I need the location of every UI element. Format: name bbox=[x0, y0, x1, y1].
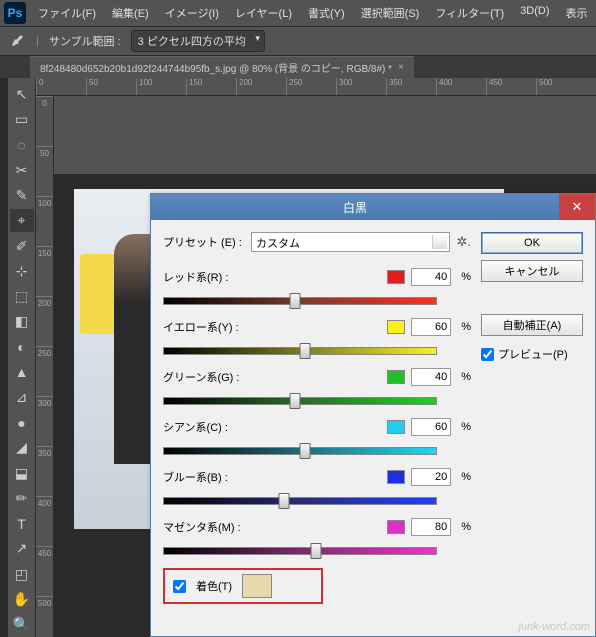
menu-bar: Ps ファイル(F) 編集(E) イメージ(I) レイヤー(L) 書式(Y) 選択範囲(S… bbox=[0, 0, 596, 26]
slider-track[interactable] bbox=[163, 490, 437, 510]
slider-thumb[interactable] bbox=[311, 543, 322, 559]
tool-button[interactable]: ◧ bbox=[10, 310, 34, 333]
slider-value-input[interactable] bbox=[411, 368, 451, 386]
color-swatch bbox=[387, 520, 405, 534]
tool-button[interactable]: ⊿ bbox=[10, 386, 34, 409]
document-tab[interactable]: 8f248480d652b20b1d92f244744b95fb_s.jpg @… bbox=[30, 56, 414, 78]
app-logo: Ps bbox=[4, 2, 26, 24]
slider-track[interactable] bbox=[163, 540, 437, 560]
options-bar: | サンプル範囲 : 3 ピクセル四方の平均 bbox=[0, 26, 596, 56]
slider-track[interactable] bbox=[163, 340, 437, 360]
slider-track[interactable] bbox=[163, 290, 437, 310]
menu-item[interactable]: 書式(Y) bbox=[304, 3, 349, 23]
color-swatch bbox=[387, 370, 405, 384]
color-swatch bbox=[387, 270, 405, 284]
cancel-button[interactable]: キャンセル bbox=[481, 260, 583, 282]
tool-button[interactable]: ↖ bbox=[10, 83, 34, 106]
slider-label: マゼンタ系(M) : bbox=[163, 519, 249, 535]
slider-row: ブルー系(B) : % bbox=[163, 468, 471, 510]
tool-button[interactable]: ⬚ bbox=[10, 285, 34, 308]
tool-button[interactable]: ◐ bbox=[10, 335, 34, 358]
color-swatch bbox=[387, 420, 405, 434]
slider-thumb[interactable] bbox=[289, 393, 300, 409]
tool-button[interactable]: 🔍 bbox=[10, 613, 34, 636]
slider-value-input[interactable] bbox=[411, 318, 451, 336]
tool-button[interactable]: ⌖ bbox=[10, 209, 34, 232]
tool-button[interactable]: ◌ bbox=[10, 133, 34, 156]
color-swatch bbox=[387, 470, 405, 484]
tools-panel: ↖▭◌ ✂✎⌖✐ ⊹⬚◧◐ ▲⊿●◢ ⬓✏T↗◰ ✋🔍 bbox=[8, 78, 36, 637]
preset-label: プリセット (E) : bbox=[163, 234, 245, 250]
preset-dropdown[interactable]: カスタム bbox=[251, 232, 450, 252]
slider-row: グリーン系(G) : % bbox=[163, 368, 471, 410]
slider-value-input[interactable] bbox=[411, 468, 451, 486]
tool-button[interactable]: ✋ bbox=[10, 588, 34, 611]
ok-button[interactable]: OK bbox=[481, 232, 583, 254]
tool-button[interactable]: ◰ bbox=[10, 562, 34, 585]
tint-row: 着色(T) bbox=[163, 568, 323, 604]
slider-value-input[interactable] bbox=[411, 268, 451, 286]
slider-label: グリーン系(G) : bbox=[163, 369, 249, 385]
slider-row: シアン系(C) : % bbox=[163, 418, 471, 460]
menu-item[interactable]: 編集(E) bbox=[108, 3, 153, 23]
tool-button[interactable]: ✂ bbox=[10, 159, 34, 182]
sample-size-label: サンプル範囲 : bbox=[49, 33, 121, 49]
slider-label: レッド系(R) : bbox=[163, 269, 249, 285]
menu-item[interactable]: ファイル(F) bbox=[34, 3, 100, 23]
gear-icon[interactable]: ✲. bbox=[456, 234, 471, 250]
tint-swatch[interactable] bbox=[242, 574, 272, 598]
tool-button[interactable]: ▭ bbox=[10, 108, 34, 131]
slider-thumb[interactable] bbox=[300, 343, 311, 359]
preview-checkbox[interactable] bbox=[481, 348, 494, 361]
document-tab-bar: 8f248480d652b20b1d92f244744b95fb_s.jpg @… bbox=[0, 56, 596, 78]
tool-button[interactable]: ▲ bbox=[10, 361, 34, 384]
black-white-dialog: 白黒 ✕ プリセット (E) : カスタム ✲. レッド系(R) : % イエロ… bbox=[150, 193, 596, 637]
tool-button[interactable]: ✏ bbox=[10, 487, 34, 510]
tool-button[interactable]: T bbox=[10, 512, 34, 535]
menu-item[interactable]: レイヤー(L) bbox=[231, 3, 296, 23]
menu-item[interactable]: 表示 bbox=[562, 3, 592, 23]
slider-label: ブルー系(B) : bbox=[163, 469, 249, 485]
menu-item[interactable]: 3D(D) bbox=[516, 3, 553, 23]
tint-checkbox[interactable] bbox=[173, 580, 186, 593]
tool-button[interactable]: ⊹ bbox=[10, 260, 34, 283]
auto-button[interactable]: 自動補正(A) bbox=[481, 314, 583, 336]
slider-thumb[interactable] bbox=[289, 293, 300, 309]
tool-button[interactable]: ✎ bbox=[10, 184, 34, 207]
tool-button[interactable]: ◢ bbox=[10, 436, 34, 459]
slider-label: イエロー系(Y) : bbox=[163, 319, 249, 335]
eyedropper-icon[interactable] bbox=[8, 32, 26, 50]
slider-track[interactable] bbox=[163, 390, 437, 410]
slider-value-input[interactable] bbox=[411, 518, 451, 536]
menu-item[interactable]: フィルター(T) bbox=[431, 3, 508, 23]
watermark: junk-word.com bbox=[518, 621, 590, 633]
color-swatch bbox=[387, 320, 405, 334]
slider-value-input[interactable] bbox=[411, 418, 451, 436]
tool-button[interactable]: ⬓ bbox=[10, 462, 34, 485]
slider-track[interactable] bbox=[163, 440, 437, 460]
slider-thumb[interactable] bbox=[278, 493, 289, 509]
menu-item[interactable]: イメージ(I) bbox=[161, 3, 223, 23]
sample-size-dropdown[interactable]: 3 ピクセル四方の平均 bbox=[131, 30, 265, 52]
slider-row: マゼンタ系(M) : % bbox=[163, 518, 471, 560]
close-icon[interactable]: ✕ bbox=[559, 194, 595, 220]
slider-label: シアン系(C) : bbox=[163, 419, 249, 435]
close-tab-icon[interactable]: × bbox=[398, 62, 404, 73]
tool-button[interactable]: ✐ bbox=[10, 234, 34, 257]
tool-button[interactable]: ↗ bbox=[10, 537, 34, 560]
slider-row: レッド系(R) : % bbox=[163, 268, 471, 310]
dialog-titlebar[interactable]: 白黒 ✕ bbox=[151, 194, 595, 220]
slider-row: イエロー系(Y) : % bbox=[163, 318, 471, 360]
slider-thumb[interactable] bbox=[300, 443, 311, 459]
tint-label: 着色(T) bbox=[196, 578, 232, 594]
document-tab-title: 8f248480d652b20b1d92f244744b95fb_s.jpg @… bbox=[40, 60, 392, 75]
menu-item[interactable]: 選択範囲(S) bbox=[357, 3, 424, 23]
preview-label: プレビュー(P) bbox=[498, 346, 568, 362]
dialog-title: 白黒 bbox=[151, 199, 559, 216]
tool-button[interactable]: ● bbox=[10, 411, 34, 434]
